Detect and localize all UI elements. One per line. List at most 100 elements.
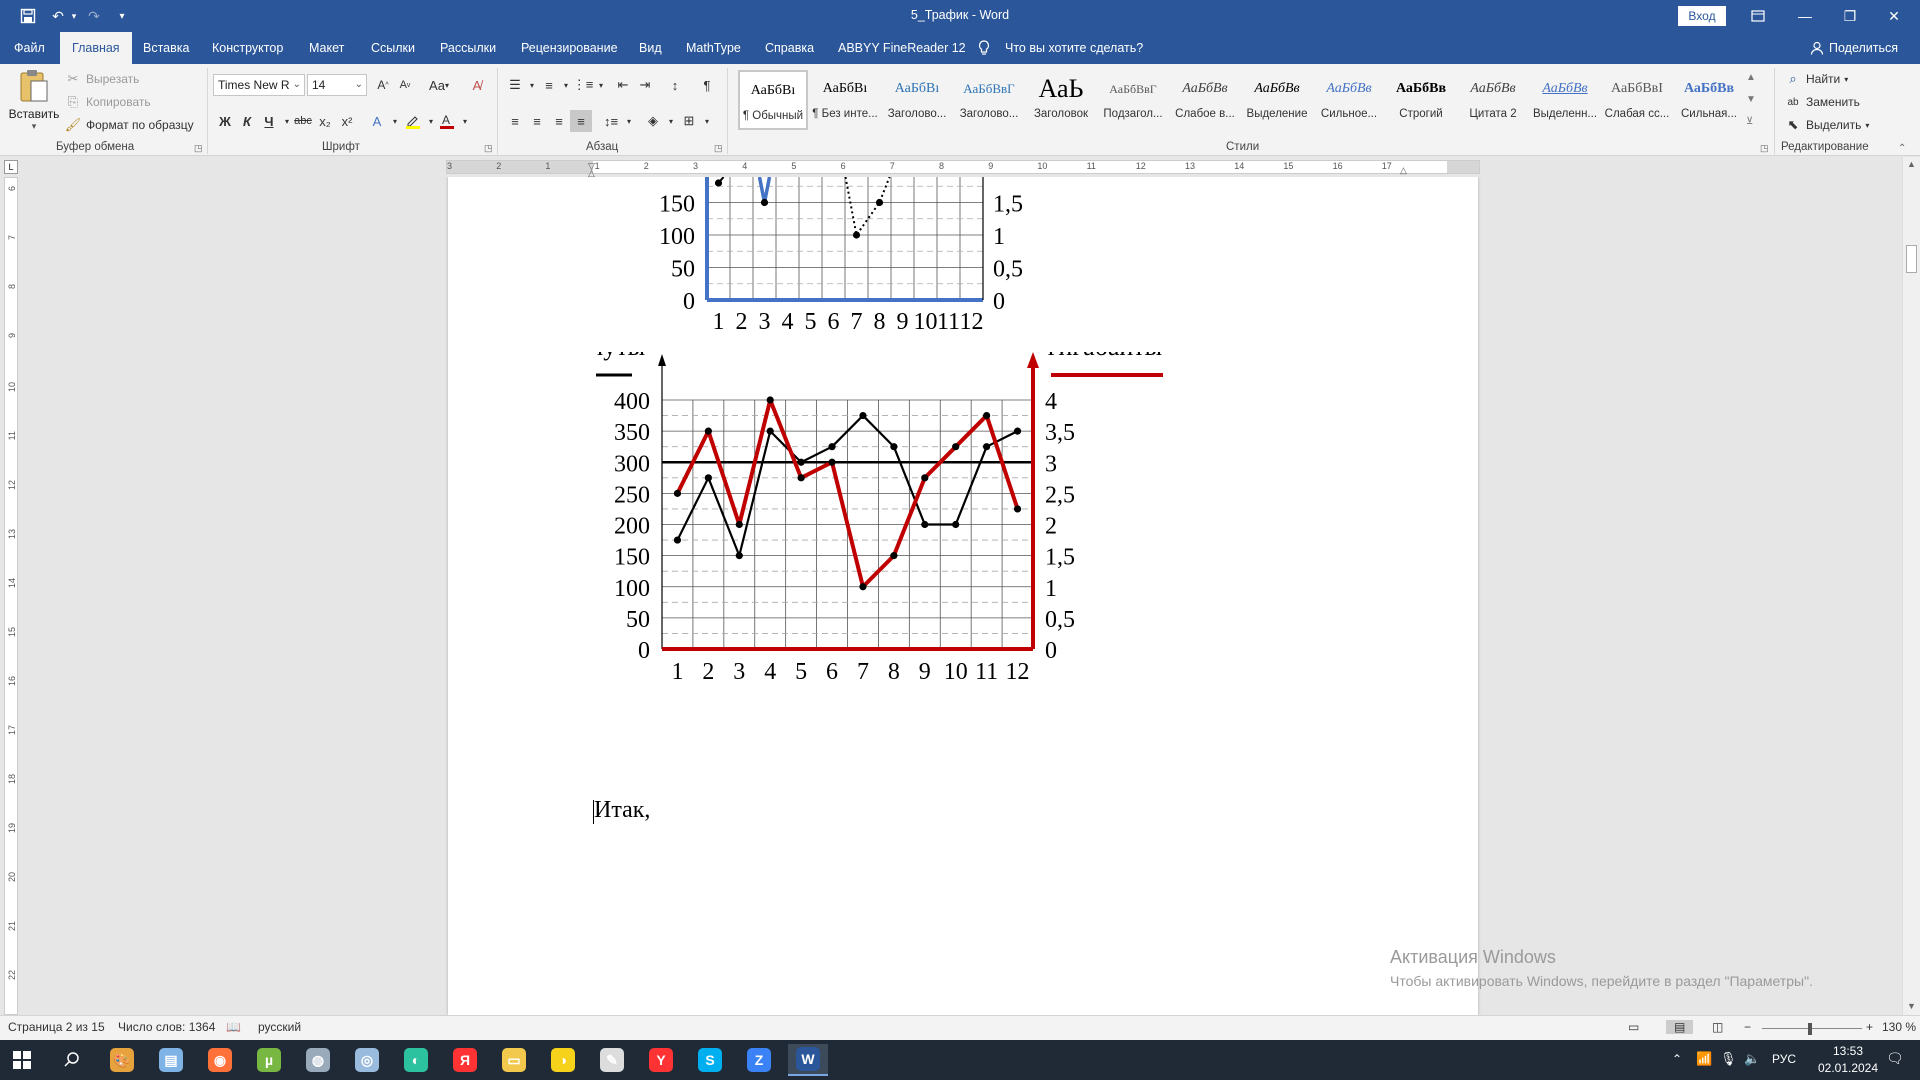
paint-icon[interactable]: 🎨 [102, 1044, 142, 1076]
skype-icon[interactable]: S [690, 1044, 730, 1076]
sort-icon[interactable]: ↕ [664, 74, 686, 96]
utorrent-icon[interactable]: µ [249, 1044, 289, 1076]
ribbon-display-options-icon[interactable] [1748, 6, 1768, 26]
chevron-down-icon[interactable]: ▾ [590, 74, 612, 96]
tab-insert[interactable]: Вставка [143, 32, 189, 64]
paste-button[interactable]: Вставить ▾ [6, 68, 62, 138]
align-right-icon[interactable]: ≡ [548, 110, 570, 132]
zoom-out-icon[interactable]: − [1744, 1020, 1751, 1034]
firefox-icon[interactable]: ◉ [200, 1044, 240, 1076]
increase-indent-icon[interactable]: ⇥ [634, 74, 656, 96]
gallery-more-icon[interactable]: ⊻ [1746, 116, 1753, 127]
app-icon[interactable]: ◍ [298, 1044, 338, 1076]
style-item[interactable]: АаБбВı Заголово... [882, 70, 952, 130]
edge-icon[interactable]: ◐ [396, 1044, 436, 1076]
vertical-scrollbar[interactable]: ▲ ▼ [1902, 157, 1920, 1015]
gallery-up-icon[interactable]: ▲ [1746, 72, 1756, 83]
replace-button[interactable]: ab Заменить [1784, 93, 1860, 111]
style-item[interactable]: АаБбВв Строгий [1386, 70, 1456, 130]
shrink-font-icon[interactable]: Av [394, 74, 416, 96]
tab-design[interactable]: Конструктор [212, 32, 283, 64]
copy-button[interactable]: ⎘ Копировать [64, 93, 151, 111]
styles-launcher-icon[interactable]: ◳ [1760, 143, 1769, 154]
tell-me-search[interactable]: Что вы хотите сделать? [1005, 32, 1143, 64]
subscript-button[interactable]: x₂ [314, 110, 336, 132]
style-item[interactable]: АаБбВв Сильное... [1314, 70, 1384, 130]
close-icon[interactable]: ✕ [1884, 6, 1904, 26]
windows-start-icon[interactable] [2, 1044, 42, 1076]
clipboard-launcher-icon[interactable]: ◳ [194, 143, 203, 154]
print-layout-icon[interactable]: ▤ [1666, 1020, 1694, 1034]
font-name-combo[interactable]: Times New R ⌄ [213, 74, 305, 96]
minimize-icon[interactable]: — [1795, 6, 1815, 26]
restore-icon[interactable]: ❐ [1840, 6, 1860, 26]
word-icon[interactable]: W [788, 1044, 828, 1076]
tab-file[interactable]: Файл [14, 32, 45, 64]
network-icon[interactable]: 📶 [1696, 1051, 1712, 1067]
decrease-indent-icon[interactable]: ⇤ [612, 74, 634, 96]
input-language[interactable]: РУС [1772, 1052, 1796, 1066]
paste-dropdown-icon[interactable]: ▾ [6, 121, 62, 132]
clear-formatting-icon[interactable]: A̸ [466, 74, 488, 96]
font-size-combo[interactable]: 14 ⌄ [307, 74, 367, 96]
save-icon[interactable] [18, 6, 38, 26]
tab-abbyy[interactable]: ABBYY FineReader 12 [838, 32, 966, 64]
select-button[interactable]: ⬉ Выделить ▾ [1784, 116, 1870, 134]
zoom-level[interactable]: 130 % [1882, 1020, 1916, 1034]
style-item[interactable]: АаБбВı ¶ Обычный [738, 70, 808, 130]
zoom-slider-thumb[interactable] [1808, 1023, 1812, 1035]
tab-mailings[interactable]: Рассылки [440, 32, 496, 64]
tab-layout[interactable]: Макет [309, 32, 344, 64]
tools-icon[interactable]: ✎ [592, 1044, 632, 1076]
scroll-up-icon[interactable]: ▲ [1907, 159, 1916, 169]
style-item[interactable]: АаБбВв Цитата 2 [1458, 70, 1528, 130]
style-item[interactable]: АаБбВı ¶ Без инте... [810, 70, 880, 130]
show-formatting-marks-icon[interactable]: ¶ [696, 74, 718, 96]
justify-icon[interactable]: ≡ [570, 110, 592, 132]
tab-references[interactable]: Ссылки [371, 32, 415, 64]
strikethrough-button[interactable]: abc [292, 110, 314, 132]
read-mode-icon[interactable]: ▭ [1628, 1020, 1639, 1034]
align-center-icon[interactable]: ≡ [526, 110, 548, 132]
style-item[interactable]: АаБбВв Слабое в... [1170, 70, 1240, 130]
language-indicator[interactable]: русский [258, 1020, 301, 1034]
style-item[interactable]: АаБбВвІ Слабая сс... [1602, 70, 1672, 130]
microphone-icon[interactable]: 🎙 [1720, 1051, 1737, 1067]
style-item[interactable]: АаБбВв Сильная... [1674, 70, 1744, 130]
format-painter-button[interactable]: 🖌 Формат по образцу [64, 116, 194, 134]
body-paragraph[interactable]: Итак, [593, 797, 650, 824]
clock-time[interactable]: 13:53 [1818, 1044, 1878, 1058]
zoom-slider[interactable] [1762, 1028, 1862, 1029]
explorer-icon[interactable]: ▭ [494, 1044, 534, 1076]
yandex-browser-icon[interactable]: Y [641, 1044, 681, 1076]
style-item[interactable]: АаБбВвГ Заголово... [954, 70, 1024, 130]
beeline-icon[interactable]: ◑ [543, 1044, 583, 1076]
search-icon[interactable] [52, 1044, 92, 1076]
scroll-down-icon[interactable]: ▼ [1907, 1001, 1916, 1011]
tab-selector-icon[interactable]: L [4, 160, 18, 174]
z-app-icon[interactable]: Z [739, 1044, 779, 1076]
ruler-track[interactable]: 3 2 1 1 2 3 4 5 6 7 8 9 10 11 12 13 14 15 16 17 [446, 160, 1480, 174]
style-item[interactable]: АаБбВвГ Подзагол... [1098, 70, 1168, 130]
change-case-button[interactable]: Aa ▾ [424, 74, 454, 96]
chevron-down-icon[interactable]: ▾ [618, 110, 640, 132]
document-page[interactable]: 0 50 100 150 0 0,5 1 1,5 1 2 3 4 5 6 7 8 9 10 11 12 0 50 100 1… [448, 177, 1478, 1015]
gallery-down-icon[interactable]: ▼ [1746, 94, 1756, 105]
tab-home[interactable]: Главная [60, 32, 132, 64]
style-item[interactable]: АаЬ Заголовок [1026, 70, 1096, 130]
notifications-icon[interactable]: 🗨 [1886, 1050, 1904, 1067]
style-item[interactable]: АаБбВв Выделение [1242, 70, 1312, 130]
proofing-icon[interactable]: 📖 [226, 1020, 241, 1034]
tab-review[interactable]: Рецензирование [521, 32, 618, 64]
grow-font-icon[interactable]: A ^ [372, 74, 394, 96]
notepad-icon[interactable]: ▤ [151, 1044, 191, 1076]
volume-icon[interactable]: 🔈 [1744, 1051, 1760, 1067]
italic-button[interactable]: К [236, 110, 258, 132]
superscript-button[interactable]: x² [336, 110, 358, 132]
tab-mathtype[interactable]: MathType [686, 32, 741, 64]
share-button[interactable]: Поделиться [1829, 32, 1898, 64]
show-hidden-icons-icon[interactable]: ⌃ [1672, 1052, 1682, 1066]
undo-dropdown-icon[interactable]: ▾ [64, 6, 84, 26]
zoom-in-icon[interactable]: + [1866, 1020, 1873, 1034]
tab-view[interactable]: Вид [639, 32, 662, 64]
